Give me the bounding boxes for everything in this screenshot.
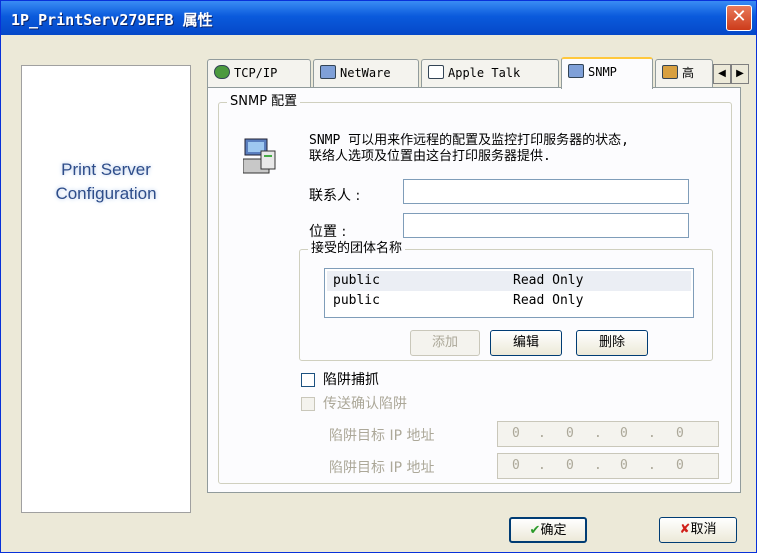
tab-label: SNMP xyxy=(588,65,617,79)
location-label: 位置 : xyxy=(309,224,347,240)
ip-octet: 0 xyxy=(676,458,684,473)
ip-dot: . xyxy=(594,458,602,473)
contact-label: 联系人 : xyxy=(309,188,361,204)
ip-dot: . xyxy=(538,426,546,441)
trap-target2-label: 陷阱目标 IP 地址 xyxy=(329,460,435,476)
list-item[interactable]: public Read Only xyxy=(327,271,691,291)
trap-target1-label: 陷阱目标 IP 地址 xyxy=(329,428,435,444)
tab-scroll-left-button[interactable]: ◀ xyxy=(713,64,731,84)
cancel-label: 取消 xyxy=(690,522,717,537)
community-name: public xyxy=(333,293,380,308)
community-access: Read Only xyxy=(513,293,584,308)
arrow-right-icon: ▶ xyxy=(736,68,744,79)
description-line2: 联络人选项及位置由这台打印服务器提供. xyxy=(309,149,551,164)
ok-label: 确定 xyxy=(540,523,567,538)
description-line1: SNMP 可以用来作远程的配置及监控打印服务器的状态, xyxy=(309,133,629,148)
ip-dot: . xyxy=(648,426,656,441)
community-name: public xyxy=(333,273,380,288)
left-title-line1: Print Server xyxy=(61,160,151,179)
ip-octet: 0 xyxy=(620,426,628,441)
tab-scroll-arrows: ◀ ▶ xyxy=(713,64,749,84)
trap-enable-checkbox[interactable] xyxy=(301,373,315,387)
appletalk-icon xyxy=(428,65,444,79)
check-icon: ✔ xyxy=(529,523,541,538)
snmp-config-legend: SNMP 配置 xyxy=(227,94,301,110)
snmp-tab-page: SNMP 配置 SNMP 可以用来作远程的配置及监控打印服务器的状态, 联络人选… xyxy=(207,87,741,493)
tab-label: Apple Talk xyxy=(448,66,521,80)
tab-label: NetWare xyxy=(340,66,391,80)
left-panel-title: Print Server Configuration xyxy=(22,158,190,206)
advanced-icon xyxy=(662,65,678,79)
tab-label: 高 xyxy=(682,66,695,80)
close-icon: ✕ xyxy=(731,6,747,27)
ip-dot: . xyxy=(648,458,656,473)
ip-dot: . xyxy=(594,426,602,441)
cancel-button[interactable]: ✘取消 xyxy=(659,517,737,543)
tab-advanced[interactable]: 高 xyxy=(655,59,713,87)
contact-field[interactable] xyxy=(403,179,689,204)
title-bar[interactable]: 1P_PrintServ279EFB 属性 ✕ xyxy=(1,1,756,35)
tab-snmp[interactable]: SNMP xyxy=(561,57,653,89)
x-icon: ✘ xyxy=(679,522,691,537)
ip-octet: 0 xyxy=(620,458,628,473)
arrow-left-icon: ◀ xyxy=(718,68,726,79)
trap-confirm-checkbox[interactable] xyxy=(301,397,315,411)
ip-octet: 0 xyxy=(512,458,520,473)
add-button[interactable]: 添加 xyxy=(410,330,480,356)
tab-appletalk[interactable]: Apple Talk xyxy=(421,59,559,87)
trap-target1-ip-field[interactable]: 0 . 0 . 0 . 0 xyxy=(497,421,719,447)
ok-button[interactable]: ✔确定 xyxy=(509,517,587,543)
edit-button[interactable]: 编辑 xyxy=(490,330,562,356)
snmp-computer-icon xyxy=(568,64,584,78)
community-list[interactable]: public Read Only public Read Only xyxy=(324,268,694,318)
ip-octet: 0 xyxy=(512,426,520,441)
community-legend: 接受的团体名称 xyxy=(308,241,406,257)
tab-netware[interactable]: NetWare xyxy=(313,59,419,87)
snmp-config-group: SNMP 配置 SNMP 可以用来作远程的配置及监控打印服务器的状态, 联络人选… xyxy=(218,94,732,484)
ip-octet: 0 xyxy=(676,426,684,441)
tab-scroll-right-button[interactable]: ▶ xyxy=(731,64,749,84)
close-button[interactable]: ✕ xyxy=(726,5,752,31)
snmp-description: SNMP 可以用来作远程的配置及监控打印服务器的状态, 联络人选项及位置由这台打… xyxy=(309,133,749,165)
properties-dialog: 1P_PrintServ279EFB 属性 ✕ Print Server Con… xyxy=(0,0,757,553)
network-globe-icon xyxy=(214,65,230,79)
community-group: 接受的团体名称 public Read Only public Read Onl… xyxy=(299,241,713,361)
ip-octet: 0 xyxy=(566,426,574,441)
trap-target2-ip-field[interactable]: 0 . 0 . 0 . 0 xyxy=(497,453,719,479)
left-panel: Print Server Configuration xyxy=(21,65,191,513)
tab-tcpip[interactable]: TCP/IP xyxy=(207,59,311,87)
left-title-line2: Configuration xyxy=(55,184,157,203)
window-title: 1P_PrintServ279EFB 属性 xyxy=(11,11,213,29)
netware-computer-icon xyxy=(320,65,336,79)
list-item[interactable]: public Read Only xyxy=(327,291,691,311)
snmp-computer-icon xyxy=(243,138,276,174)
tab-label: TCP/IP xyxy=(234,66,278,80)
trap-enable-label: 陷阱捕抓 xyxy=(323,372,379,388)
trap-confirm-label: 传送确认陷阱 xyxy=(323,396,407,412)
ip-octet: 0 xyxy=(566,458,574,473)
community-access: Read Only xyxy=(513,273,584,288)
location-field[interactable] xyxy=(403,213,689,238)
delete-button[interactable]: 删除 xyxy=(576,330,648,356)
ip-dot: . xyxy=(538,458,546,473)
